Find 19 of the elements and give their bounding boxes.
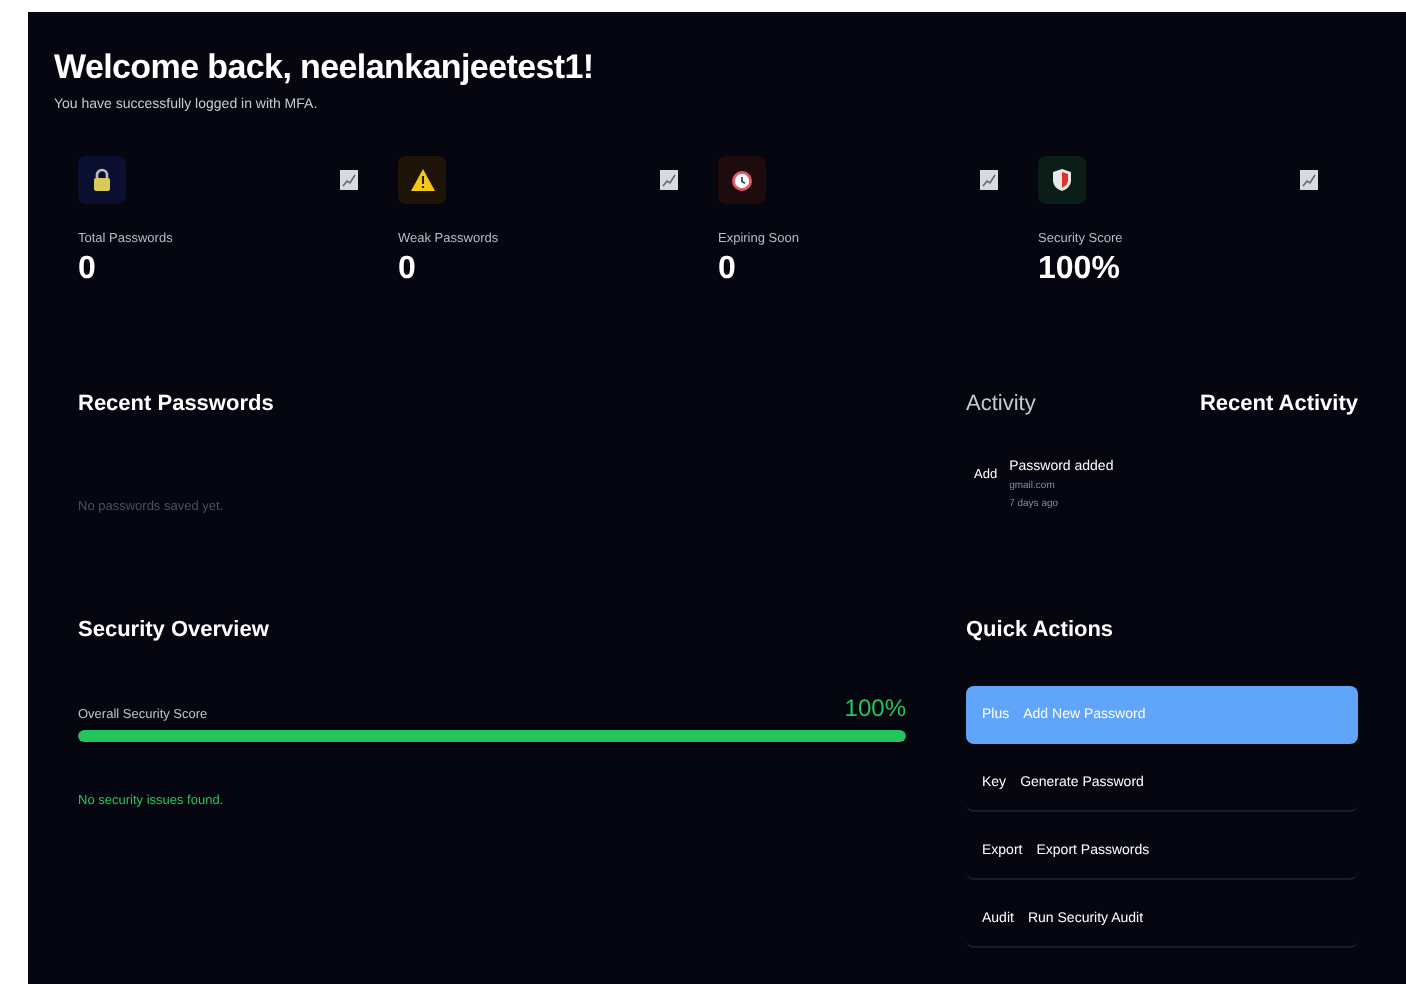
lock-icon (92, 168, 112, 192)
chart-icon (980, 170, 998, 190)
warning-icon (409, 168, 435, 192)
chart-icon (660, 170, 678, 190)
section-title: Recent Passwords (78, 392, 276, 416)
section-title: Recent Activity (1199, 392, 1358, 416)
stat-value: 0 (78, 252, 98, 288)
score-value: 100% (844, 694, 906, 722)
stat-value: 0 (718, 252, 738, 288)
shield-icon (1052, 168, 1072, 192)
section-title: Quick Actions (966, 618, 1116, 642)
chart-icon (340, 170, 358, 190)
alarm-clock-icon (730, 168, 754, 192)
welcome-title: Welcome back, neelankanjeetest1! (54, 48, 596, 88)
section-title: Security Overview (78, 618, 271, 642)
chart-icon (1300, 170, 1318, 190)
activity-tab[interactable]: Activity (966, 392, 1036, 416)
stat-value: 100% (1038, 252, 1122, 288)
stat-value: 0 (398, 252, 418, 288)
